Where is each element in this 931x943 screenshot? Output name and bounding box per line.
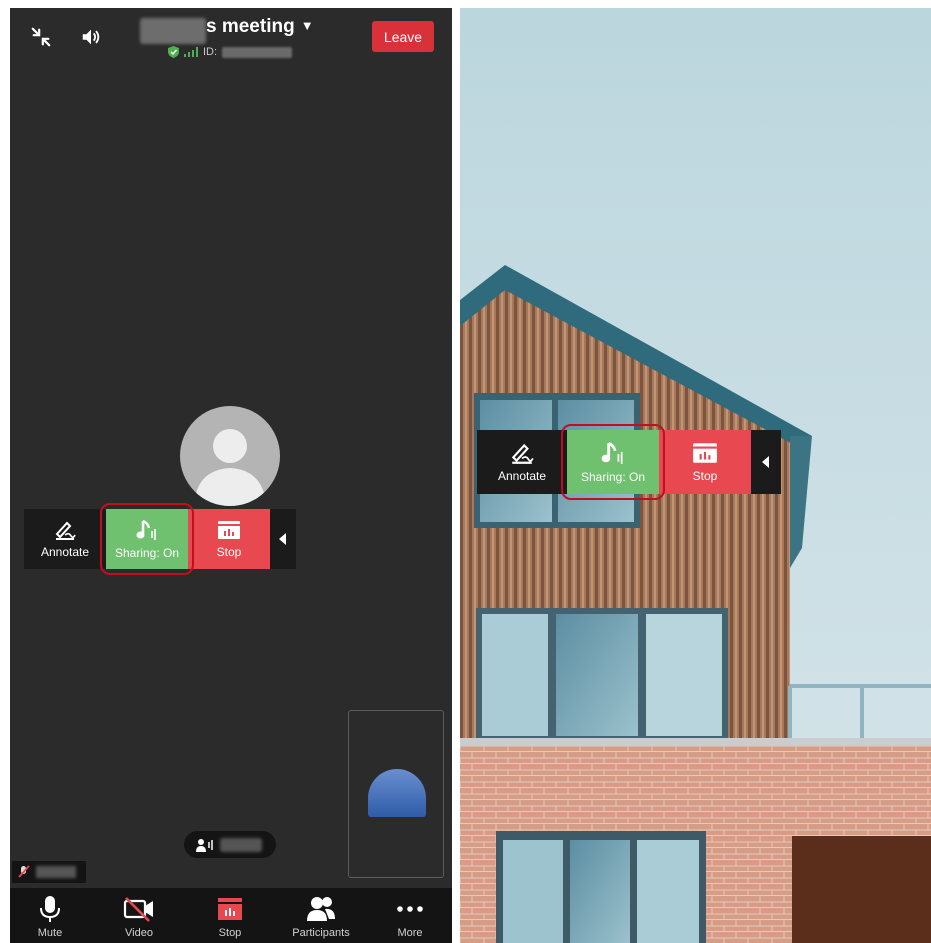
active-speaker-indicator xyxy=(184,831,276,858)
share-toolbar: Annotate Sharing: On Stop xyxy=(24,503,296,575)
collapse-arrow-icon xyxy=(279,533,286,545)
highlight-outline xyxy=(100,503,194,575)
signal-icon xyxy=(184,47,198,57)
stop-share-icon xyxy=(218,898,242,920)
meeting-id-label: ID: xyxy=(203,46,218,58)
stop-share-icon xyxy=(218,520,240,539)
avatar-icon xyxy=(194,429,266,506)
annotate-button[interactable]: Annotate xyxy=(24,509,106,569)
participants-button[interactable]: Participants xyxy=(276,895,366,939)
shield-icon xyxy=(168,46,179,58)
video-label: Video xyxy=(125,927,153,939)
self-video-thumbnail[interactable] xyxy=(348,710,444,878)
sharing-audio-button[interactable]: Sharing: On xyxy=(561,424,665,500)
collapse-toolbar-button[interactable] xyxy=(270,509,296,569)
video-button[interactable]: Video xyxy=(94,895,184,939)
more-button[interactable]: More xyxy=(365,895,452,939)
annotate-label: Annotate xyxy=(40,544,90,559)
avatar xyxy=(180,406,280,506)
annotate-label: Annotate xyxy=(497,468,547,483)
participant-name-redacted xyxy=(36,866,76,878)
stop-label: Stop xyxy=(218,927,242,939)
speaker-icon[interactable] xyxy=(80,26,102,48)
stop-share-icon xyxy=(693,442,717,463)
leave-button[interactable]: Leave xyxy=(372,21,434,52)
stop-label: Stop xyxy=(216,544,242,559)
meeting-top-bar: s meeting ▼ ID: Leave xyxy=(10,8,452,68)
participants-icon xyxy=(307,897,335,921)
mute-button[interactable]: Mute xyxy=(10,895,95,939)
self-video-preview xyxy=(368,769,426,817)
mute-label: Mute xyxy=(37,927,63,939)
share-toolbar-shared-view: Annotate Sharing: On Stop xyxy=(477,424,781,500)
stop-share-button[interactable]: Stop xyxy=(188,509,270,569)
sharing-audio-button[interactable]: Sharing: On xyxy=(100,503,194,575)
muted-mic-icon xyxy=(18,865,30,878)
stop-share-button[interactable]: Stop xyxy=(659,430,751,494)
annotate-icon xyxy=(511,443,534,464)
microphone-icon xyxy=(40,896,60,922)
video-off-icon xyxy=(123,897,153,922)
collapse-arrow-icon xyxy=(762,456,769,468)
meeting-bottom-bar: Mute Video Stop Participants More xyxy=(10,888,452,943)
annotate-icon xyxy=(55,521,76,540)
meeting-panel-left: s meeting ▼ ID: Leave Annotate Sharing: O… xyxy=(10,8,452,943)
minimize-icon[interactable] xyxy=(30,26,52,48)
participant-name-chip xyxy=(12,861,86,883)
meeting-title-dropdown[interactable]: s meeting ▼ xyxy=(206,16,314,38)
meeting-title: s meeting xyxy=(206,16,295,37)
speaker-person-icon xyxy=(196,838,213,852)
stop-label: Stop xyxy=(692,468,718,483)
meeting-title-redacted xyxy=(140,18,206,44)
caret-down-icon: ▼ xyxy=(300,18,314,33)
more-label: More xyxy=(397,927,423,939)
speaker-name-redacted xyxy=(220,837,262,852)
meeting-id-redacted xyxy=(222,46,293,58)
collapse-toolbar-button[interactable] xyxy=(751,430,781,494)
meeting-id-line: ID: xyxy=(168,45,293,59)
more-icon xyxy=(397,906,423,912)
participants-label: Participants xyxy=(292,927,350,939)
stop-share-bottom-button[interactable]: Stop xyxy=(185,895,275,939)
annotate-button[interactable]: Annotate xyxy=(477,430,567,494)
shared-content-panel-right: Annotate Sharing: On Stop xyxy=(460,8,931,943)
highlight-outline xyxy=(561,424,665,500)
